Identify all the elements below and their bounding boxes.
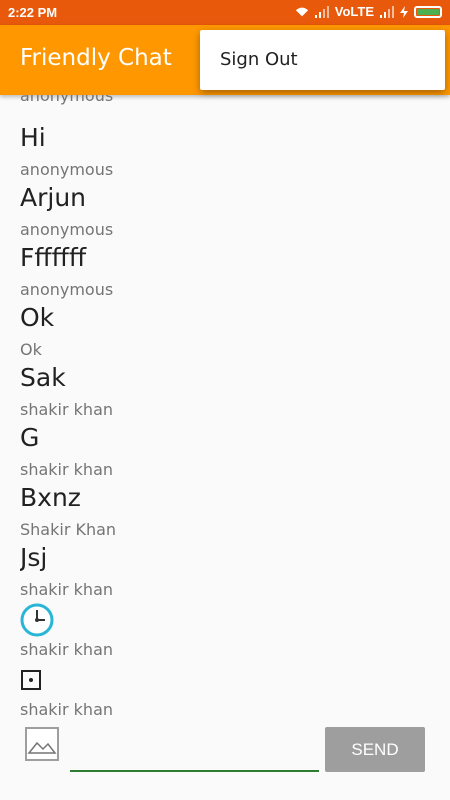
overflow-menu: Sign Out — [200, 30, 445, 90]
message-sender: anonymous — [20, 160, 114, 179]
signal-icon-2 — [380, 5, 394, 18]
message-sender: Shakir Khan — [20, 520, 117, 539]
message-text: Jsj — [20, 543, 48, 572]
message-text: Bxnz — [20, 483, 81, 512]
status-time: 2:22 PM — [8, 5, 58, 20]
message-list[interactable]: anonymous Hi anonymous Arjun anonymous F… — [20, 95, 440, 720]
message-sender: anonymous — [20, 220, 114, 239]
image-icon — [27, 741, 57, 754]
wifi-icon — [295, 7, 308, 16]
network-type: VoLTE — [334, 4, 374, 19]
message-sender: Ok — [20, 340, 42, 359]
message-sender: shakir khan — [20, 700, 114, 719]
status-bar: 2:22 PM VoLTE — [0, 0, 450, 25]
message-sender: shakir khan — [20, 400, 114, 419]
charging-icon — [400, 5, 408, 18]
message-input[interactable] — [70, 734, 319, 772]
clock-emoji-icon — [20, 603, 54, 637]
app-title: Friendly Chat — [20, 45, 172, 71]
image-picker-button[interactable] — [25, 727, 59, 761]
signal-icon — [314, 5, 329, 18]
message-composer: SEND — [0, 720, 450, 800]
battery-icon — [414, 5, 442, 18]
message-text: Ok — [20, 303, 55, 332]
message-text: Fffffff — [20, 243, 87, 272]
status-icons: VoLTE — [295, 4, 442, 19]
message-text: Hi — [20, 123, 46, 152]
message-sender: anonymous — [20, 280, 114, 299]
message-text: Arjun — [20, 183, 87, 212]
message-sender: shakir khan — [20, 460, 114, 479]
clipped-sender: anonymous — [20, 95, 114, 105]
message-text: Sak — [20, 363, 66, 392]
message-text: G — [20, 423, 40, 452]
send-button[interactable]: SEND — [325, 727, 425, 772]
dotted-square-icon — [21, 670, 41, 690]
message-sender: shakir khan — [20, 580, 114, 599]
message-sender: shakir khan — [20, 640, 114, 659]
menu-item-sign-out[interactable]: Sign Out — [220, 49, 298, 70]
